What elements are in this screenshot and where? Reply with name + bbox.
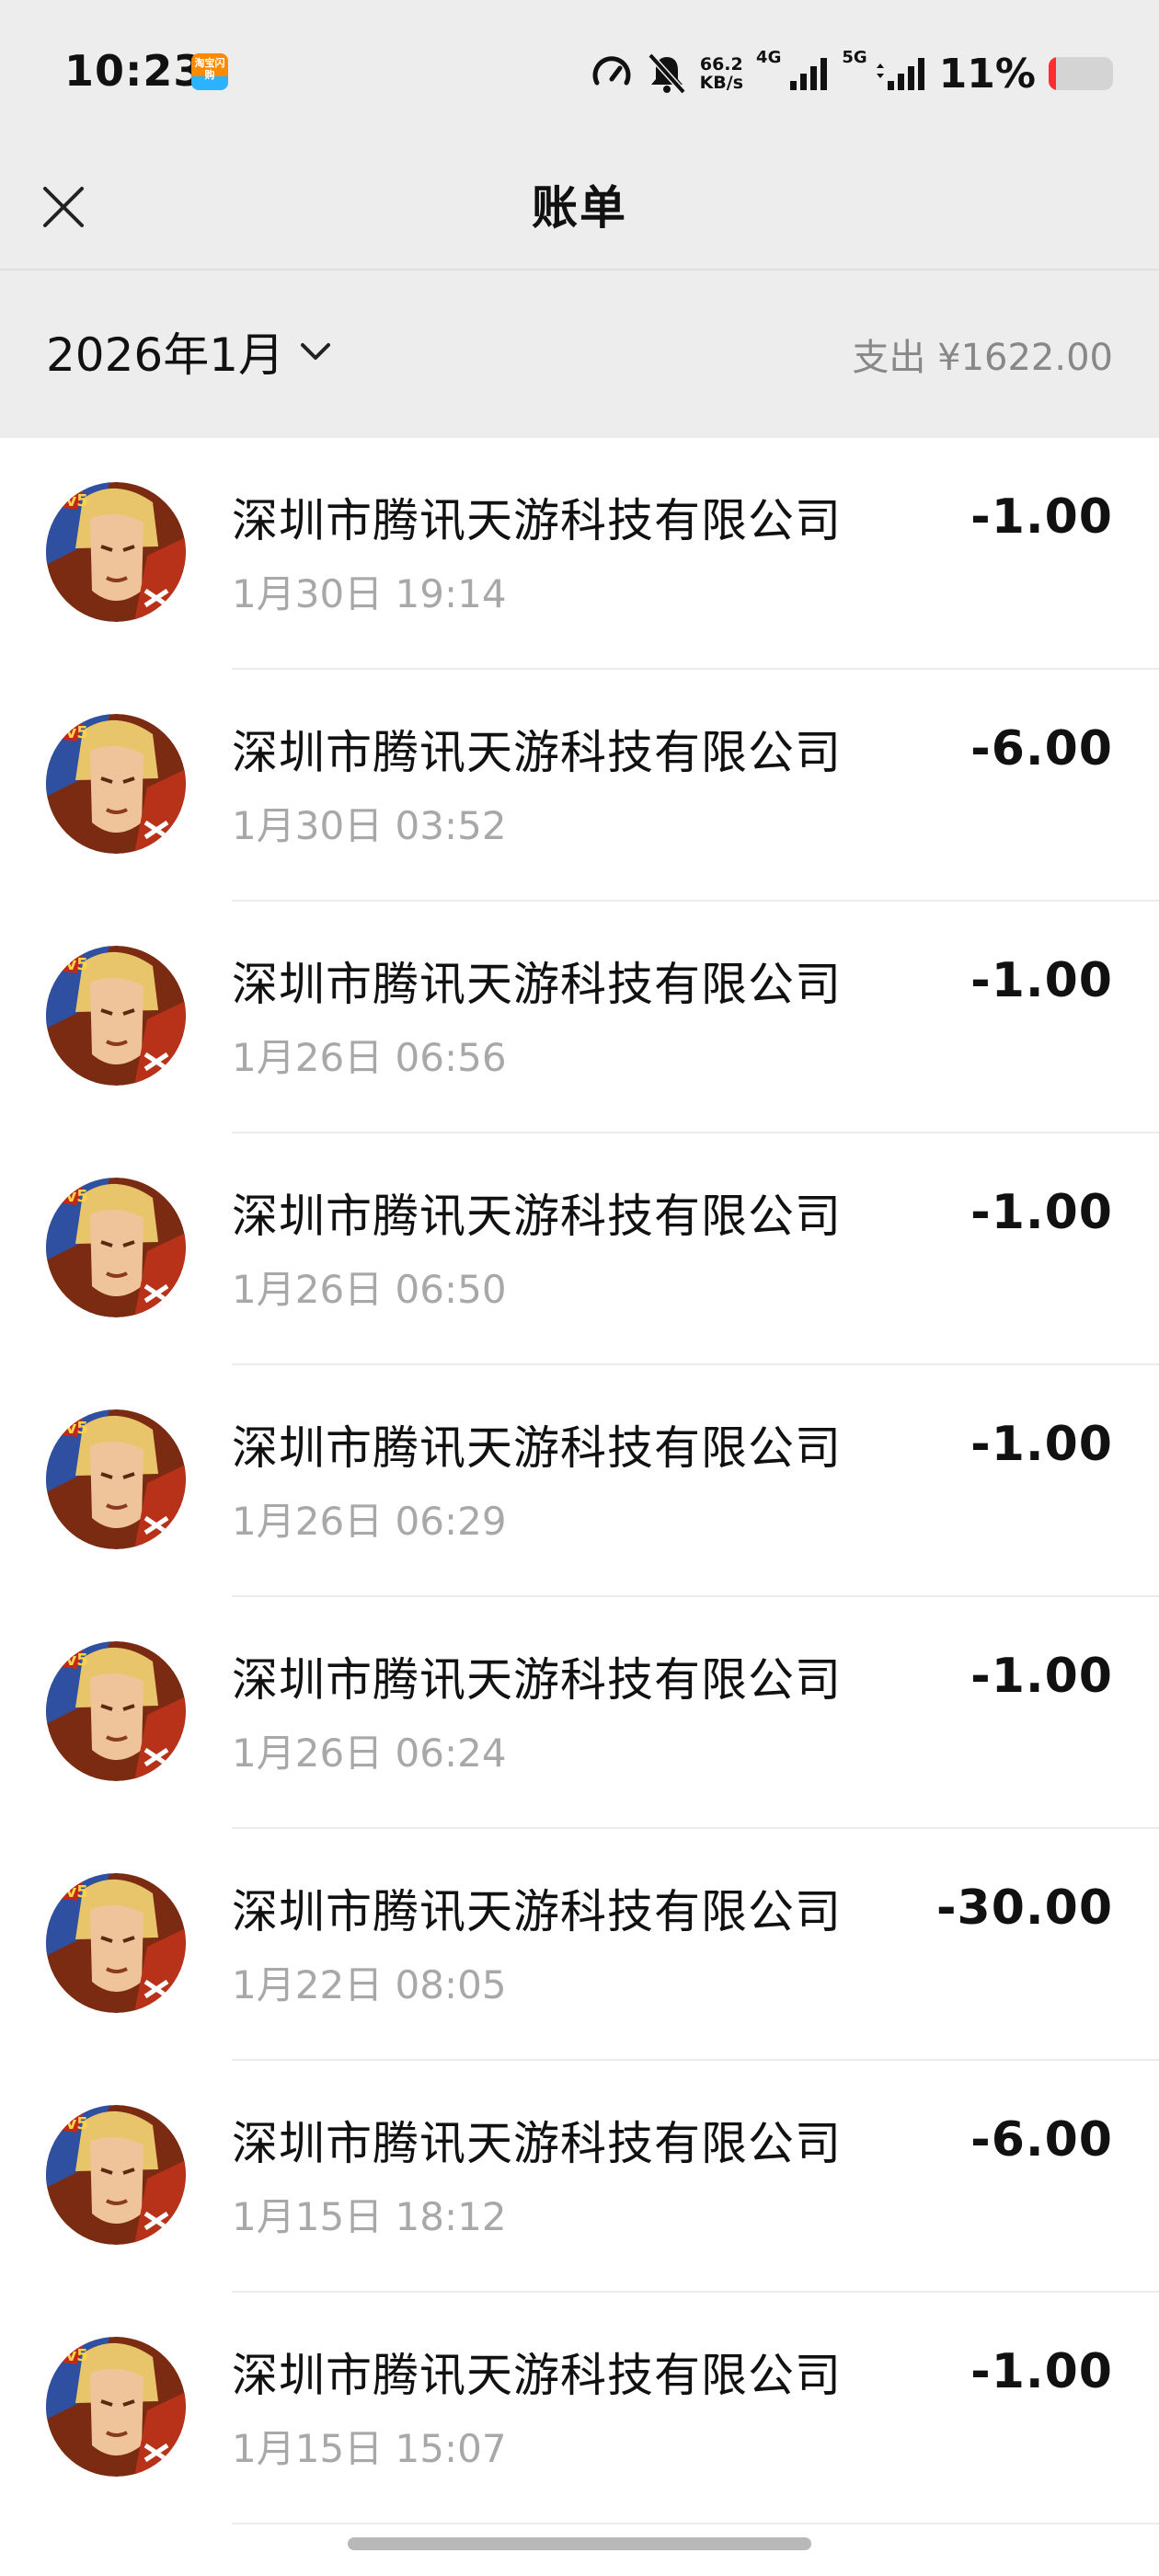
- merchant-name: 深圳市腾讯天游科技有限公司: [232, 2117, 842, 2170]
- merchant-name: 深圳市腾讯天游科技有限公司: [232, 726, 842, 779]
- svg-text:5v5: 5v5: [54, 2346, 88, 2365]
- svg-text:5v5: 5v5: [54, 1882, 88, 1902]
- transaction-row[interactable]: 5v5 深圳市腾讯天游科技有限公司 1月26日 06:56 -1.00: [0, 902, 1159, 1133]
- transaction-time: 1月22日 08:05: [232, 1962, 507, 2007]
- svg-text:5v5: 5v5: [54, 955, 88, 974]
- transaction-time: 1月26日 06:50: [232, 1267, 507, 1312]
- transaction-amount: -1.00: [970, 2344, 1113, 2399]
- merchant-avatar: 5v5: [46, 714, 186, 854]
- merchant-name: 深圳市腾讯天游科技有限公司: [232, 958, 842, 1011]
- bell-muted-icon: [647, 52, 687, 96]
- transaction-time: 1月15日 15:07: [232, 2426, 507, 2471]
- transaction-amount: -6.00: [970, 2112, 1113, 2168]
- svg-text:5v5: 5v5: [54, 723, 88, 742]
- merchant-avatar: 5v5: [46, 1178, 186, 1317]
- merchant-avatar: 5v5: [46, 1873, 186, 2013]
- transaction-row[interactable]: 5v5 深圳市腾讯天游科技有限公司 1月26日 06:24 -1.00: [0, 1597, 1159, 1829]
- nav-header: 账单: [0, 147, 1159, 270]
- battery-icon: [1049, 57, 1113, 90]
- merchant-name: 深圳市腾讯天游科技有限公司: [232, 1885, 842, 1938]
- merchant-name: 深圳市腾讯天游科技有限公司: [232, 494, 842, 547]
- transaction-time: 1月26日 06:29: [232, 1499, 507, 1544]
- svg-text:5v5: 5v5: [54, 2114, 88, 2133]
- month-label: 2026年1月: [46, 328, 285, 382]
- battery-level-fill: [1049, 57, 1056, 90]
- merchant-name: 深圳市腾讯天游科技有限公司: [232, 2349, 842, 2402]
- status-icons: 66.2 KB/s 4G 5G 11%: [590, 46, 1113, 101]
- transaction-amount: -30.00: [935, 1880, 1113, 1936]
- app-badge-text: 淘宝闪购: [194, 57, 225, 81]
- merchant-avatar: 5v5: [46, 946, 186, 1086]
- month-selector[interactable]: 2026年1月: [46, 318, 334, 385]
- chevron-down-icon: [301, 343, 331, 360]
- transaction-list: 5v5 深圳市腾讯天游科技有限公司 1月30日 19:14 -1.00 5v5 …: [0, 438, 1159, 2524]
- status-time: 10:23: [64, 46, 204, 96]
- transaction-time: 1月26日 06:24: [232, 1731, 507, 1776]
- merchant-name: 深圳市腾讯天游科技有限公司: [232, 1421, 842, 1475]
- page-title: 账单: [532, 181, 627, 235]
- signal-icon: [788, 55, 829, 92]
- expense-summary: 支出 ¥1622.00: [852, 337, 1113, 379]
- merchant-avatar: 5v5: [46, 1409, 186, 1549]
- svg-text:5v5: 5v5: [54, 1419, 88, 1438]
- merchant-avatar: 5v5: [46, 2105, 186, 2245]
- transaction-row[interactable]: 5v5 深圳市腾讯天游科技有限公司 1月26日 06:29 -1.00: [0, 1365, 1159, 1597]
- network-type-label: 4G: [756, 48, 782, 67]
- svg-text:5v5: 5v5: [54, 491, 88, 511]
- transaction-amount: -1.00: [970, 1649, 1113, 1704]
- merchant-avatar: 5v5: [46, 2337, 186, 2477]
- merchant-avatar: 5v5: [46, 482, 186, 622]
- month-bar: 2026年1月 支出 ¥1622.00: [0, 270, 1159, 438]
- transaction-time: 1月30日 19:14: [232, 571, 507, 616]
- network-type-label: 5G: [842, 48, 867, 67]
- app-notification-icon: 淘宝闪购: [191, 53, 228, 90]
- transaction-amount: -1.00: [970, 1417, 1113, 1472]
- transaction-amount: -6.00: [970, 721, 1113, 776]
- signal-icon: [875, 55, 926, 92]
- transaction-time: 1月30日 03:52: [232, 803, 507, 848]
- transaction-amount: -1.00: [970, 1185, 1113, 1240]
- transaction-amount: -1.00: [970, 953, 1113, 1008]
- transaction-row[interactable]: 5v5 深圳市腾讯天游科技有限公司 1月26日 06:50 -1.00: [0, 1133, 1159, 1365]
- net-speed-value: 66.2: [699, 54, 743, 75]
- row-divider: [232, 2523, 1159, 2524]
- merchant-name: 深圳市腾讯天游科技有限公司: [232, 1653, 842, 1707]
- net-speed: 66.2 KB/s: [700, 55, 743, 92]
- status-bar: 10:23 淘宝闪购 66.2 KB/s 4G 5G 11%: [0, 0, 1159, 147]
- merchant-avatar: 5v5: [46, 1641, 186, 1781]
- home-indicator[interactable]: [348, 2537, 811, 2550]
- transaction-time: 1月26日 06:56: [232, 1035, 507, 1080]
- transaction-row[interactable]: 5v5 深圳市腾讯天游科技有限公司 1月30日 19:14 -1.00: [0, 438, 1159, 670]
- transaction-row[interactable]: 5v5 深圳市腾讯天游科技有限公司 1月30日 03:52 -6.00: [0, 670, 1159, 902]
- battery-percent: 11%: [938, 50, 1036, 98]
- transaction-row[interactable]: 5v5 深圳市腾讯天游科技有限公司 1月15日 15:07 -1.00: [0, 2293, 1159, 2524]
- speedometer-icon: [590, 52, 634, 96]
- net-speed-unit: KB/s: [699, 73, 744, 93]
- svg-text:5v5: 5v5: [54, 1187, 88, 1206]
- transaction-time: 1月15日 18:12: [232, 2194, 507, 2239]
- transaction-row[interactable]: 5v5 深圳市腾讯天游科技有限公司 1月22日 08:05 -30.00: [0, 1829, 1159, 2061]
- transaction-row[interactable]: 5v5 深圳市腾讯天游科技有限公司 1月15日 18:12 -6.00: [0, 2061, 1159, 2293]
- svg-text:5v5: 5v5: [54, 1650, 88, 1670]
- merchant-name: 深圳市腾讯天游科技有限公司: [232, 1190, 842, 1243]
- transaction-amount: -1.00: [970, 489, 1113, 545]
